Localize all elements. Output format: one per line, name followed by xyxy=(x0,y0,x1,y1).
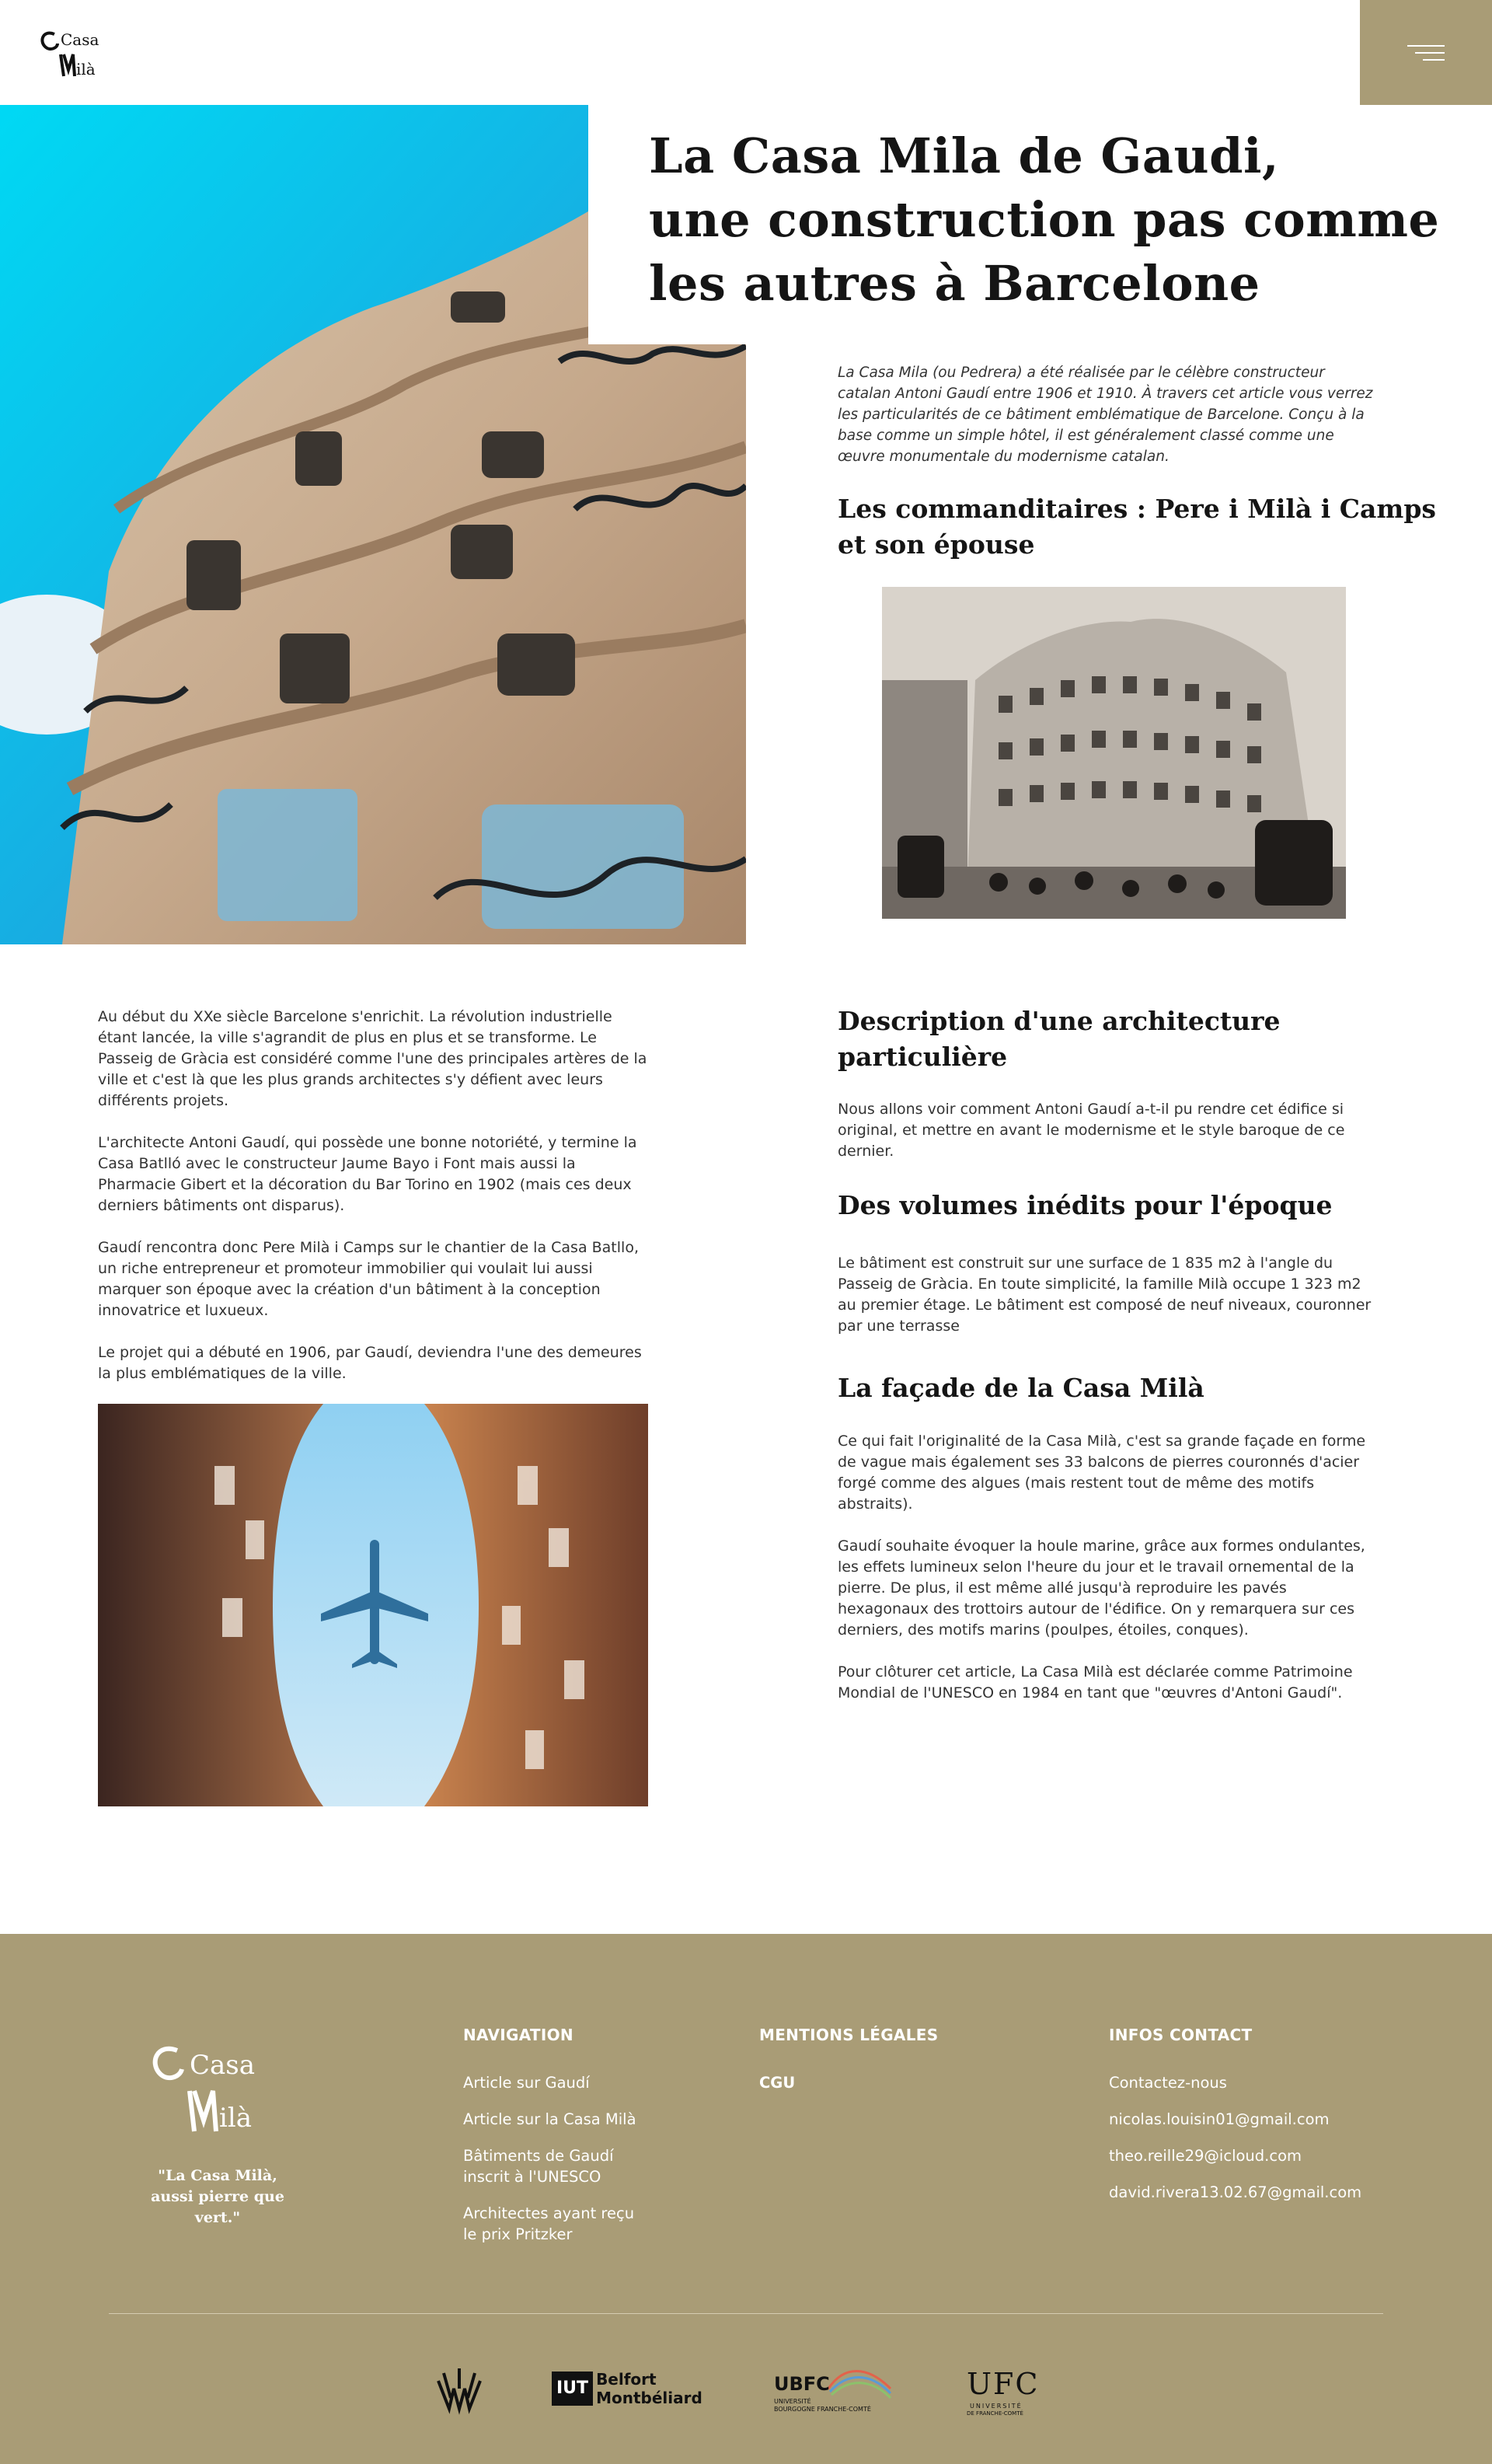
link-label: Article sur la Casa Milà xyxy=(463,2110,636,2128)
ubfc-sub2: BOURGOGNE FRANCHE-COMTÉ xyxy=(774,2406,871,2413)
article-intro: La Casa Mila (ou Pedrera) a été réalisée… xyxy=(838,365,1373,465)
paragraph: Au début du XXe siècle Barcelone s'enric… xyxy=(98,1008,647,1109)
section-description-title: Description d'une architecture particuli… xyxy=(838,1003,1281,1075)
footer-quote: "La Casa Milà, aussi pierre que vert." xyxy=(151,2167,284,2226)
iut-name-line2: Montbéliard xyxy=(596,2389,702,2407)
iut-name-line1: Belfort xyxy=(596,2370,657,2389)
paragraph: Gaudí rencontra donc Pere Milà i Camps s… xyxy=(98,1239,639,1319)
footer-link-unesco[interactable]: Bâtiments de Gaudí inscrit à l'UNESCO xyxy=(463,2145,614,2187)
historic-casa-mila-photo xyxy=(882,587,1346,919)
site-logo[interactable]: Casa ilà xyxy=(37,23,115,81)
history-text: Au début du XXe siècle Barcelone s'enric… xyxy=(98,1007,651,1405)
paragraph: Le projet qui a débuté en 1906, par Gaud… xyxy=(98,1344,642,1382)
footer-divider xyxy=(109,2313,1383,2314)
footer-email-2[interactable]: theo.reille29@icloud.com xyxy=(1109,2145,1302,2166)
link-label: Bâtiments de Gaudí xyxy=(463,2147,614,2165)
section-title-line: Description d'une architecture xyxy=(838,1006,1281,1036)
section-facade-title: La façade de la Casa Milà xyxy=(838,1370,1204,1406)
section-title-line: particulière xyxy=(838,1042,1008,1072)
paragraph: Ce qui fait l'originalité de la Casa Mil… xyxy=(838,1433,1366,1513)
svg-text:ilà: ilà xyxy=(219,2103,252,2134)
footer-contact-title: INFOS CONTACT xyxy=(1109,2026,1253,2044)
section-commanditaires-title: Les commanditaires : Pere i Milà i Camps… xyxy=(838,491,1436,563)
ufc-label: UFC xyxy=(967,2367,1040,2401)
iut-belfort-logo[interactable]: IUT Belfort Montbéliard xyxy=(552,2358,707,2420)
plane-courtyard-photo xyxy=(98,1404,648,1806)
title-line-2: une construction pas comme xyxy=(649,191,1440,248)
ufc-logo[interactable]: UFC UNIVERSITÉ DE FRANCHE-COMTÉ xyxy=(967,2358,1060,2420)
footer-link-casa-mila[interactable]: Article sur la Casa Milà xyxy=(463,2109,636,2130)
section-title-line: La façade de la Casa Milà xyxy=(838,1373,1204,1403)
paragraph: Pour clôturer cet article, La Casa Milà … xyxy=(838,1663,1353,1701)
title-line-3: les autres à Barcelone xyxy=(649,255,1260,312)
site-footer: Casa ilà "La Casa Milà, aussi pierre que… xyxy=(0,1934,1492,2464)
logo-line1: Casa xyxy=(61,30,99,49)
paragraph: L'architecte Antoni Gaudí, qui possède u… xyxy=(98,1134,637,1214)
footer-email-3[interactable]: david.rivera13.02.67@gmail.com xyxy=(1109,2182,1361,2203)
section-title-line: Des volumes inédits pour l'époque xyxy=(838,1190,1333,1220)
footer-email-1[interactable]: nicolas.louisin01@gmail.com xyxy=(1109,2109,1330,2130)
link-label: le prix Pritzker xyxy=(463,2225,573,2243)
link-label: inscrit à l'UNESCO xyxy=(463,2168,601,2186)
footer-link-contact[interactable]: Contactez-nous xyxy=(1109,2072,1227,2093)
footer-link-cgu[interactable]: CGU xyxy=(759,2072,795,2093)
section-title-line: Les commanditaires : Pere i Milà i Camps xyxy=(838,494,1437,524)
ubfc-sub1: UNIVERSITÉ xyxy=(774,2398,811,2405)
section-volumes-title: Des volumes inédits pour l'époque xyxy=(838,1188,1333,1223)
footer-logo-line1: Casa xyxy=(190,2050,255,2081)
hamburger-menu-icon xyxy=(1407,44,1445,62)
section-volumes-text: Le bâtiment est construit sur une surfac… xyxy=(838,1255,1372,1335)
ufc-sub1: UNIVERSITÉ xyxy=(970,2403,1023,2410)
menu-button[interactable] xyxy=(1360,0,1492,105)
article-title: La Casa Mila de Gaudi, une construction … xyxy=(649,124,1473,316)
crown-logo-icon[interactable] xyxy=(432,2358,486,2420)
title-line-1: La Casa Mila de Gaudi, xyxy=(649,127,1280,184)
footer-logo[interactable]: Casa ilà xyxy=(146,2035,278,2136)
ubfc-label: UBFC xyxy=(774,2373,830,2395)
ufc-sub2: DE FRANCHE-COMTÉ xyxy=(967,2410,1023,2417)
link-label: Article sur Gaudí xyxy=(463,2074,590,2092)
paragraph: Gaudí souhaite évoquer la houle marine, … xyxy=(838,1537,1365,1639)
iut-label: IUT xyxy=(552,2372,594,2406)
footer-nav-title: NAVIGATION xyxy=(463,2026,573,2044)
svg-text:ilà: ilà xyxy=(76,60,96,79)
footer-link-pritzker[interactable]: Architectes ayant reçu le prix Pritzker xyxy=(463,2203,634,2245)
section-description-text: Nous allons voir comment Antoni Gaudí a-… xyxy=(838,1101,1345,1160)
section-title-line: et son épouse xyxy=(838,529,1035,560)
footer-link-gaudi[interactable]: Article sur Gaudí xyxy=(463,2072,590,2093)
footer-legal-title: MENTIONS LÉGALES xyxy=(759,2026,939,2044)
section-facade-text: Ce qui fait l'originalité de la Casa Mil… xyxy=(838,1431,1382,1725)
ubfc-logo[interactable]: UBFC UNIVERSITÉ BOURGOGNE FRANCHE-COMTÉ xyxy=(774,2358,898,2420)
link-label: Architectes ayant reçu xyxy=(463,2204,635,2222)
